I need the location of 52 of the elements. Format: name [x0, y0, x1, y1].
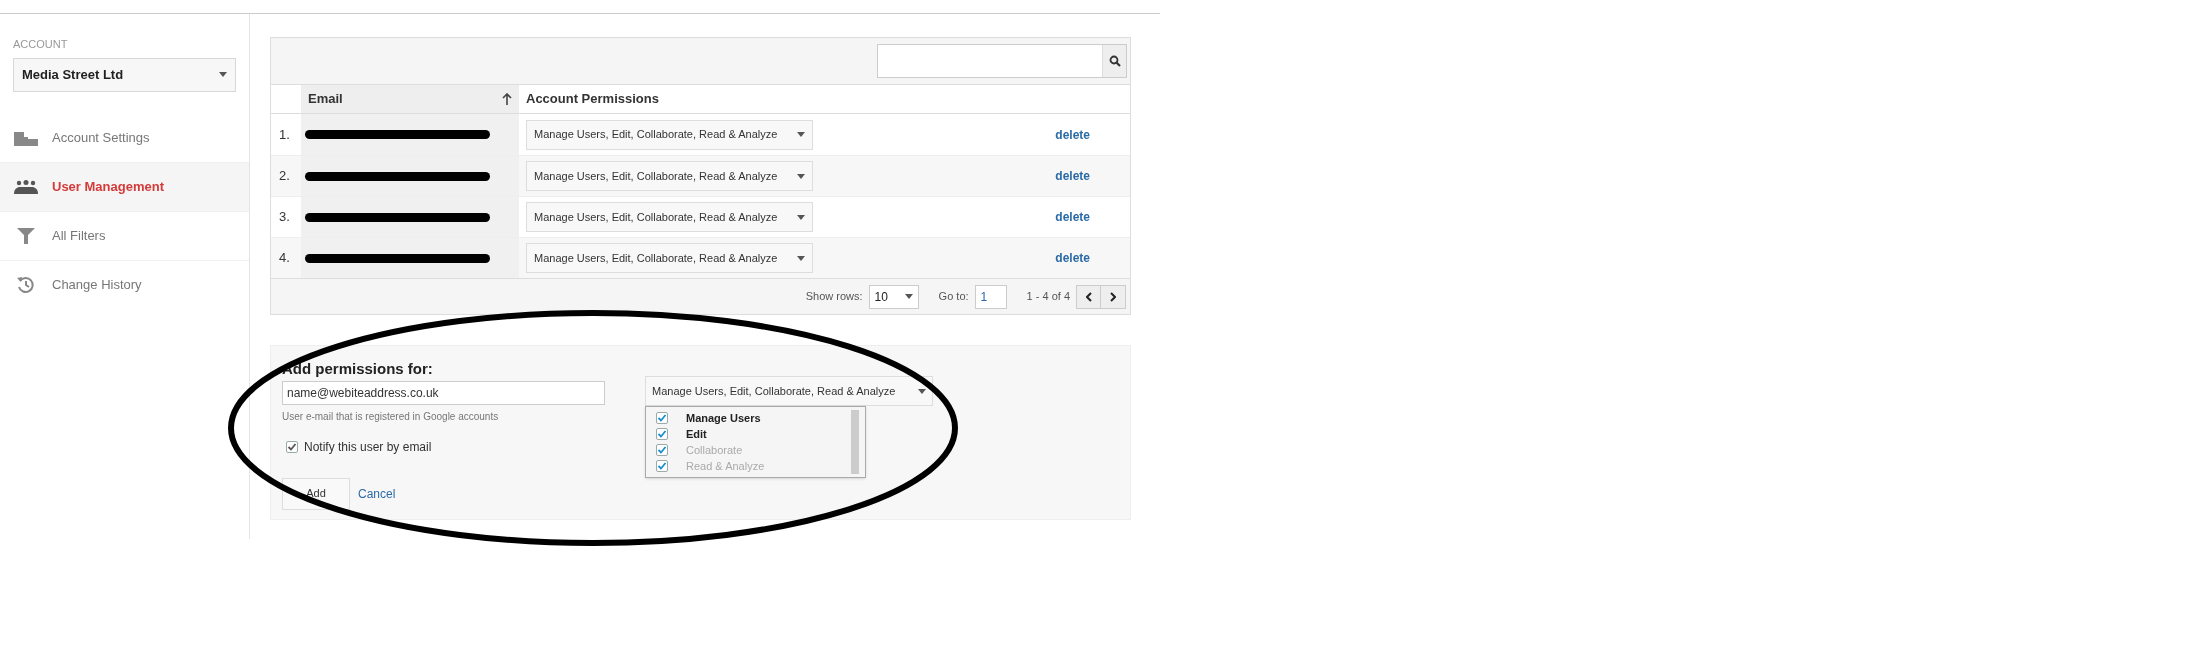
permissions-dropdown[interactable]: Manage Users, Edit, Collaborate, Read & Analyze — [526, 243, 813, 273]
column-header[interactable]: Email — [308, 89, 343, 109]
permissions-dropdown[interactable]: Manage Users, Edit, Collaborate, Read & Analyze — [526, 202, 813, 232]
checkbox[interactable] — [656, 412, 668, 424]
caret-icon — [797, 132, 805, 137]
account-label: ACCOUNT — [12, 37, 69, 52]
users-icon — [14, 179, 38, 194]
caret-icon — [904, 294, 913, 299]
caret-icon — [797, 214, 805, 220]
permissions-dropdown[interactable]: Manage Users, Edit, Collaborate, Read & Analyze — [526, 119, 813, 150]
account-dropdown[interactable]: Media Street Ltd — [13, 57, 236, 92]
permissions-dropdown[interactable]: Manage Users, Edit, Collaborate, Read & Analyze — [526, 161, 813, 191]
row-number: 4. — [278, 249, 291, 268]
delete-link[interactable]: delete — [1055, 125, 1090, 144]
nav-item[interactable]: User Management — [0, 162, 249, 212]
search-field[interactable] — [877, 44, 1127, 78]
nav-item[interactable]: Change History — [0, 260, 249, 310]
page-range: 1 - 4 of 4 — [1026, 289, 1070, 305]
row-number: 1. — [278, 125, 291, 144]
checkbox[interactable] — [286, 440, 298, 453]
delete-link[interactable]: delete — [1055, 167, 1090, 185]
building-icon — [14, 129, 38, 146]
nav-item[interactable]: Account Settings — [0, 113, 249, 163]
search-icon[interactable] — [1102, 45, 1126, 77]
checkbox[interactable] — [656, 428, 668, 440]
cancel-link[interactable]: Cancel — [358, 484, 396, 503]
caret-icon — [918, 388, 926, 394]
sort-up-arrow-icon[interactable] — [502, 93, 512, 105]
row-number: 2. — [278, 167, 291, 186]
permissions-dropdown[interactable]: Manage Users, Edit, Collaborate, Read & Analyze — [645, 376, 933, 406]
nav-item[interactable]: All Filters — [0, 211, 249, 261]
caret-icon — [797, 255, 805, 261]
delete-link[interactable]: delete — [1055, 208, 1090, 226]
history-icon — [16, 276, 36, 294]
goto-field[interactable]: 1 — [974, 284, 1007, 309]
goto-label: Go to: — [938, 289, 969, 305]
email-hint: User e-mail that is registered in Google accounts — [282, 409, 500, 424]
show-rows-label: Show rows: — [805, 289, 863, 305]
scrollbar[interactable] — [851, 410, 859, 474]
permission-option[interactable]: Edit — [646, 426, 851, 442]
filter-icon — [16, 227, 36, 244]
notify-label: Notify this user by email — [304, 438, 432, 456]
email-field[interactable]: name@webiteaddress.co.uk — [282, 380, 605, 405]
row-number: 3. — [278, 208, 291, 227]
permission-option[interactable]: Manage Users — [646, 410, 851, 426]
caret-icon — [219, 72, 227, 77]
delete-link[interactable]: delete — [1055, 249, 1090, 267]
chevron-left-icon — [1085, 291, 1092, 302]
column-header: Account Permissions — [525, 90, 659, 109]
chevron-right-icon — [1110, 291, 1116, 302]
rows-per-page-select[interactable]: 10 — [868, 284, 919, 309]
caret-icon — [797, 173, 805, 179]
